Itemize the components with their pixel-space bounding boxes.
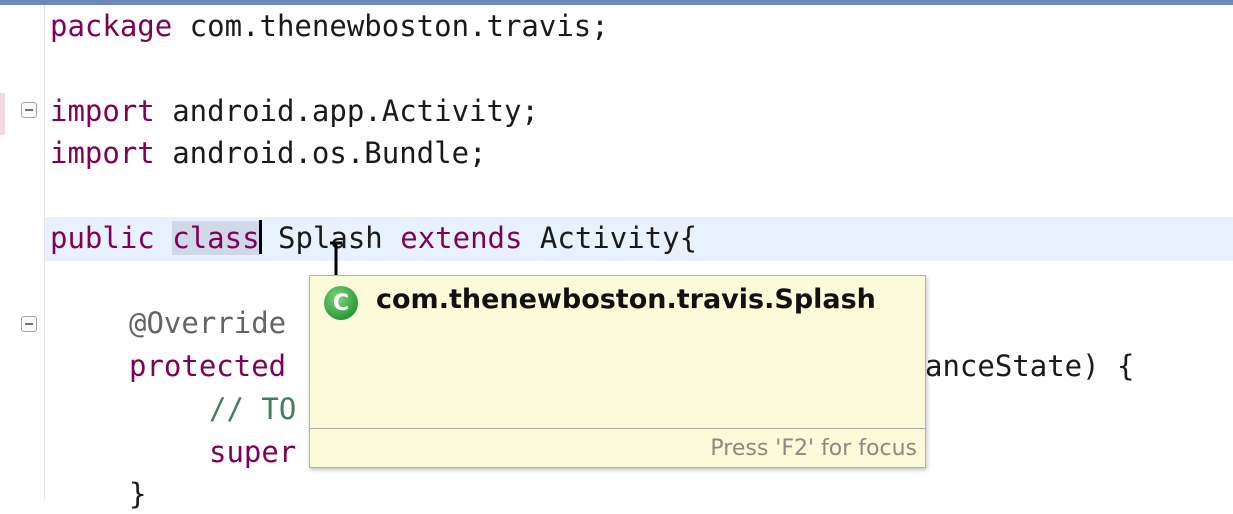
code-text: Activity{ [522,221,698,255]
keyword: package [50,9,173,43]
code-text: anceState) { [925,349,1135,383]
class-icon: C [324,286,358,320]
code-line-oncreate-end[interactable]: anceState) { [925,346,1135,386]
keyword: extends [400,221,523,255]
keyword: super [209,435,297,469]
comment: // TO [209,392,297,426]
code-line-import-activity[interactable]: import android.app.Activity; [50,91,539,131]
code-line-class-decl[interactable]: public class Splash extends Activity{ [50,218,697,258]
keyword: import [50,136,155,170]
keyword: protected [129,349,287,383]
editor-left-ruler [0,5,45,500]
code-line-import-bundle[interactable]: import android.os.Bundle; [50,133,487,173]
window-top-border [0,0,1233,5]
code-text: com.thenewboston.travis; [172,9,609,43]
code-line-closing[interactable]: } [129,474,146,514]
popup-divider [310,428,925,429]
class-icon-letter: C [332,290,350,316]
code-line-package[interactable]: package com.thenewboston.travis; [50,6,609,46]
focus-hint: Press 'F2' for focus [710,436,917,461]
ruler-change-marker [0,93,5,135]
code-line-override[interactable]: @Override [129,303,286,343]
keyword-selected: class [172,221,260,255]
fold-imports-icon[interactable] [21,102,37,118]
code-line-super[interactable]: super [209,432,296,472]
code-text: android.os.Bundle; [154,136,487,170]
annotation: @Override [129,306,287,340]
code-line-todo[interactable]: // TO [209,389,296,429]
keyword: import [50,94,155,128]
code-line-oncreate-start[interactable]: protected [129,346,286,386]
code-text: } [129,477,147,511]
fold-method-icon[interactable] [21,316,37,332]
javadoc-hover-popup[interactable]: C com.thenewboston.travis.Splash Press '… [309,275,926,468]
hover-type-name: com.thenewboston.travis.Splash [376,284,876,315]
keyword: public [50,221,155,255]
code-text: android.app.Activity; [154,94,539,128]
